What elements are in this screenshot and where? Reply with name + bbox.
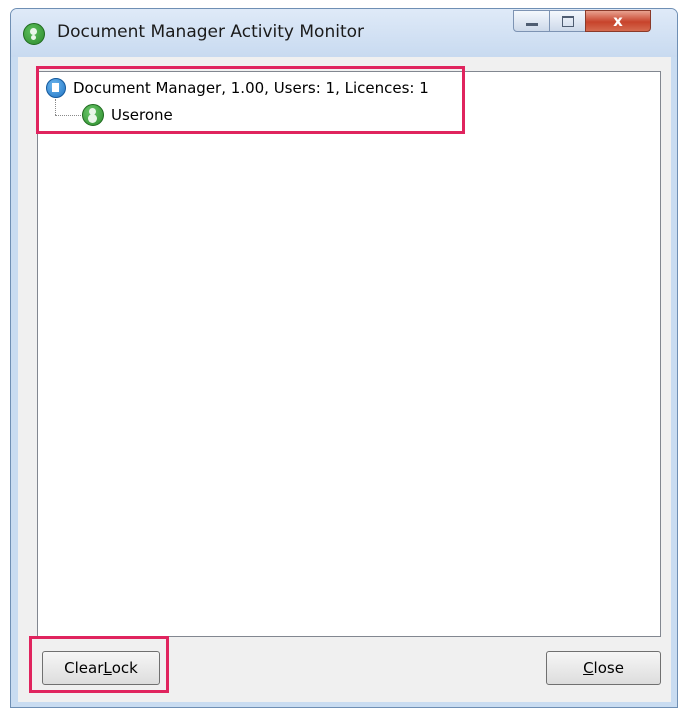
maximize-icon	[561, 15, 574, 27]
activity-tree[interactable]: Document Manager, 1.00, Users: 1, Licenc…	[37, 71, 661, 637]
minimize-icon	[525, 23, 538, 26]
minimize-button[interactable]	[513, 10, 550, 32]
maximize-button[interactable]	[549, 10, 586, 32]
highlight-box-tree-node	[36, 66, 465, 134]
client-area: Document Manager, 1.00, Users: 1, Licenc…	[18, 57, 671, 702]
close-window-button[interactable]: x	[585, 10, 651, 32]
button-label-part: lose	[593, 659, 624, 677]
user-app-icon	[23, 23, 45, 45]
close-icon: x	[613, 12, 623, 30]
title-bar[interactable]: Document Manager Activity Monitor x	[11, 9, 677, 57]
close-button[interactable]: Close	[546, 651, 661, 685]
mnemonic-letter: C	[583, 659, 594, 677]
highlight-box-clear-lock	[29, 636, 169, 693]
window-title: Document Manager Activity Monitor	[57, 22, 364, 42]
